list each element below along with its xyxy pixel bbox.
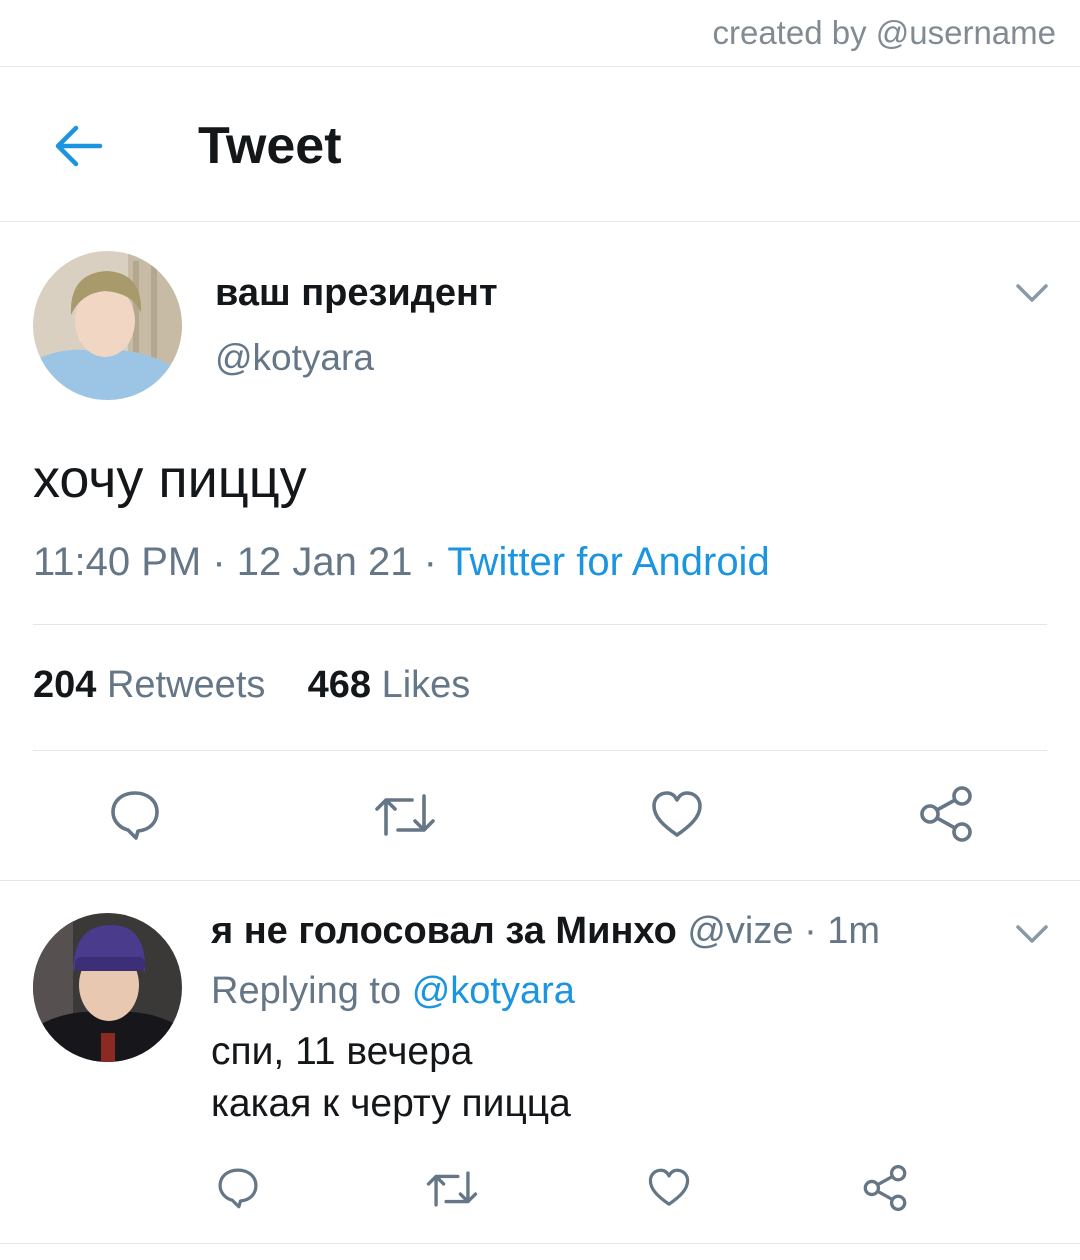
retweets-stat[interactable]: 204 Retweets bbox=[33, 664, 265, 706]
replying-to: Replying to @kotyara bbox=[211, 970, 575, 1013]
divider bbox=[0, 221, 1080, 222]
replying-label: Replying to bbox=[211, 970, 402, 1012]
speech-bubble-icon[interactable] bbox=[216, 1166, 260, 1210]
reply-text-line: какая к черту пицца bbox=[211, 1082, 571, 1125]
likes-count: 468 bbox=[307, 664, 372, 706]
likes-label: Likes bbox=[381, 664, 471, 706]
meta-separator: · bbox=[412, 540, 448, 584]
display-name[interactable]: ваш президент bbox=[215, 272, 498, 315]
retweets-label: Retweets bbox=[106, 664, 266, 706]
chevron-down-icon[interactable] bbox=[1014, 922, 1050, 946]
heart-icon[interactable] bbox=[647, 1167, 691, 1209]
arrow-left-icon[interactable] bbox=[50, 118, 106, 174]
tweet-stats: 204 Retweets 468 Likes bbox=[33, 664, 470, 707]
tweet-date: 12 Jan 21 bbox=[236, 540, 413, 584]
divider bbox=[33, 750, 1047, 751]
reply-text-line: спи, 11 вечера bbox=[211, 1030, 473, 1073]
reply-header: я не голосовал за Минхо @vize · 1m bbox=[211, 910, 880, 953]
avatar[interactable] bbox=[33, 913, 182, 1062]
tweet-text: хочу пиццу bbox=[33, 449, 307, 509]
divider bbox=[33, 624, 1047, 625]
speech-bubble-icon[interactable] bbox=[108, 788, 162, 842]
divider bbox=[0, 1243, 1080, 1244]
retweet-icon[interactable] bbox=[374, 790, 436, 840]
page-title: Tweet bbox=[198, 117, 342, 175]
retweet-icon[interactable] bbox=[426, 1168, 478, 1210]
retweets-count: 204 bbox=[33, 664, 97, 706]
reply-age: 1m bbox=[827, 910, 881, 952]
share-icon[interactable] bbox=[862, 1165, 908, 1211]
chevron-down-icon[interactable] bbox=[1014, 281, 1050, 305]
meta-separator: · bbox=[793, 910, 828, 952]
credit-text: created by @username bbox=[712, 14, 1056, 51]
likes-stat[interactable]: 468 Likes bbox=[308, 664, 471, 706]
display-name[interactable]: я не голосовал за Минхо bbox=[211, 910, 677, 952]
divider bbox=[0, 66, 1080, 67]
divider bbox=[0, 880, 1080, 881]
user-handle[interactable]: @kotyara bbox=[215, 337, 374, 379]
avatar[interactable] bbox=[33, 251, 182, 400]
meta-separator: · bbox=[201, 540, 237, 584]
user-handle[interactable]: @vize bbox=[687, 910, 793, 952]
share-icon[interactable] bbox=[918, 786, 974, 842]
tweet-meta: 11:40 PM · 12 Jan 21 · Twitter for Andro… bbox=[33, 540, 770, 585]
replying-handle-link[interactable]: @kotyara bbox=[412, 970, 575, 1012]
heart-icon[interactable] bbox=[650, 789, 704, 841]
tweet-source-link[interactable]: Twitter for Android bbox=[447, 540, 769, 584]
tweet-time: 11:40 PM bbox=[33, 540, 202, 584]
